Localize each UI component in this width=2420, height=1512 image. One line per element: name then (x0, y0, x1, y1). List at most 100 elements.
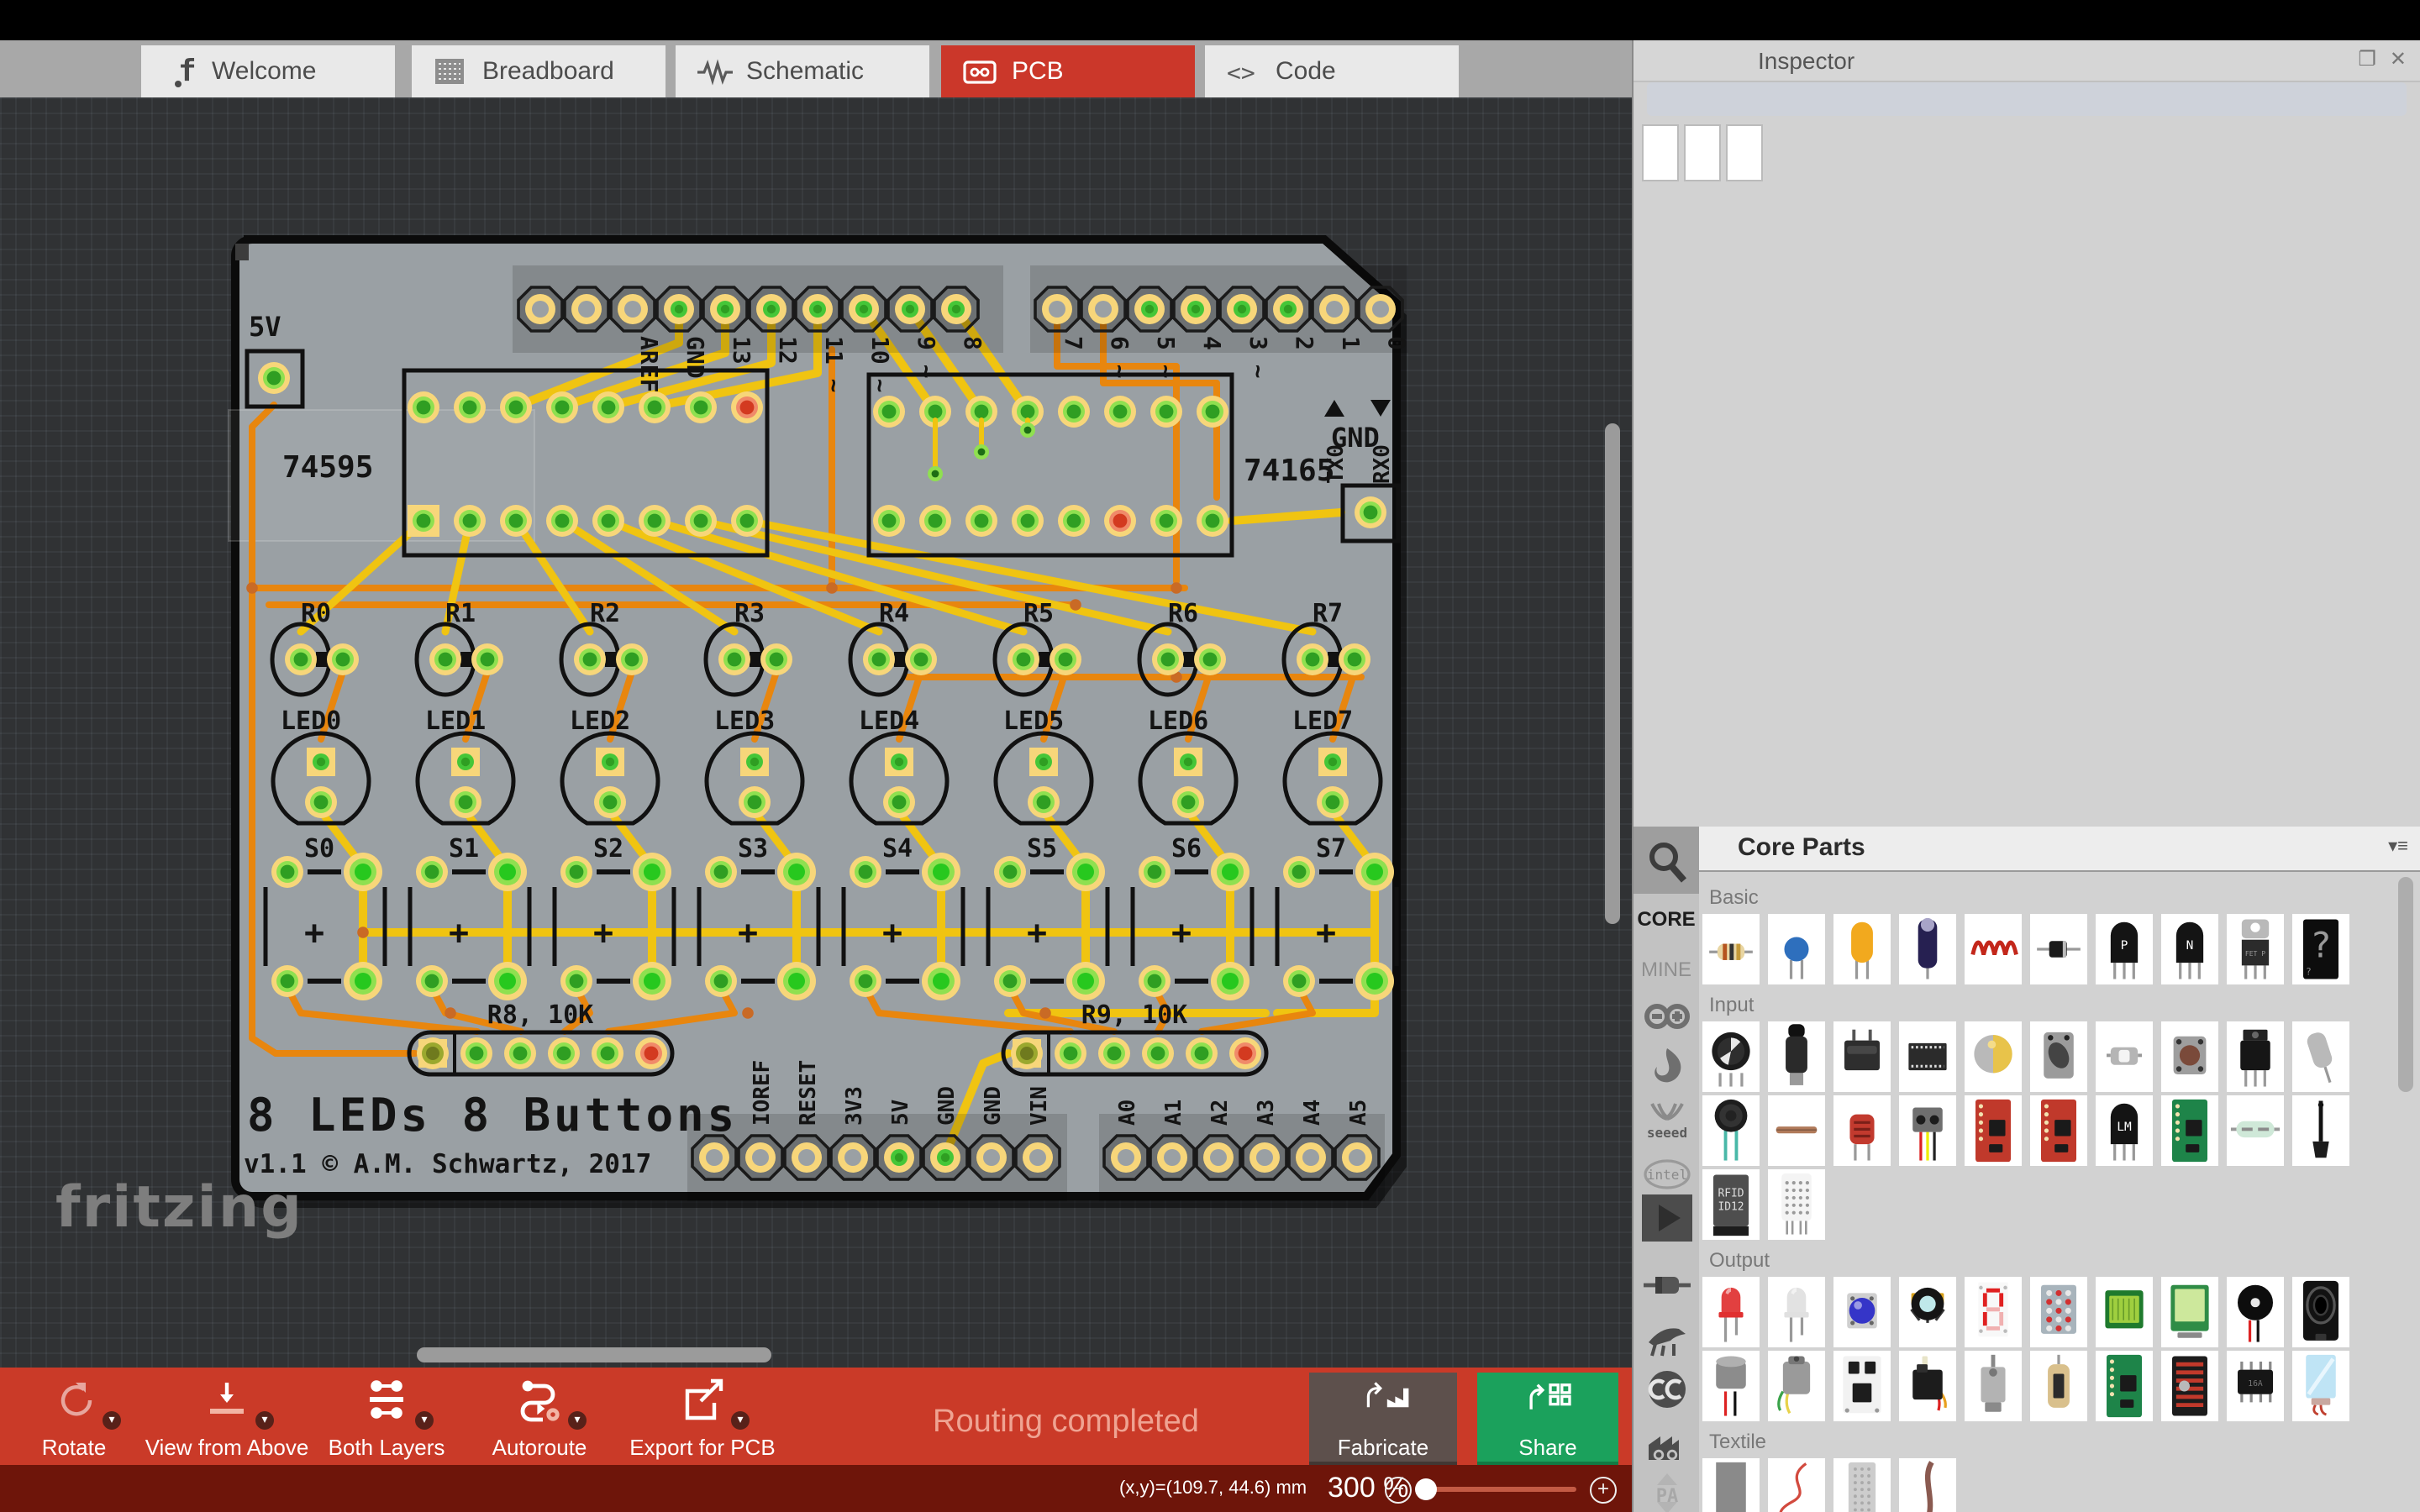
view-from-above-button[interactable]: ▾ View from Above (134, 1378, 319, 1460)
part-sparkfun-breakout[interactable] (2030, 1095, 2087, 1166)
part-stepper-motor[interactable] (1965, 1351, 2022, 1421)
part-lm35-temperature-sensor[interactable]: LM (2096, 1095, 2153, 1166)
tab-welcome[interactable]: f Welcome (141, 45, 395, 97)
tab-schematic[interactable]: Schematic (676, 45, 929, 97)
part-inductor[interactable] (1965, 914, 2022, 984)
share-button[interactable]: Share (1477, 1373, 1618, 1470)
inspector-float-icon[interactable]: ❐ (2358, 47, 2376, 71)
export-for-pcb-button[interactable]: ▾ Export for PCB (610, 1378, 795, 1460)
part-graphic-lcd[interactable] (2161, 1277, 2218, 1347)
part-humidity-sensor[interactable] (1768, 1169, 1825, 1240)
dropdown-chevron-icon[interactable]: ▾ (568, 1411, 587, 1430)
part-mosfet[interactable]: FET P (2227, 914, 2284, 984)
part-rgb-led[interactable] (1899, 1277, 1956, 1347)
part-conductive-fabric[interactable] (1702, 1458, 1760, 1512)
zoom-in-icon[interactable]: + (1590, 1477, 1617, 1504)
part-led-matrix[interactable] (2030, 1277, 2087, 1347)
inspector-swatch[interactable] (1726, 124, 1763, 181)
part-electrolytic-capacitor[interactable] (1899, 914, 1956, 984)
parts-scrollbar-thumb[interactable] (2398, 877, 2413, 1092)
part-flex-sensor[interactable] (1768, 1095, 1825, 1166)
inspector-swatch[interactable] (1642, 124, 1679, 181)
parts-bin-tab-intel[interactable]: intel (1634, 1149, 1699, 1200)
parts-bin-tab-mine[interactable]: MINE (1634, 944, 1699, 995)
part-yarn[interactable] (1899, 1458, 1956, 1512)
part-tantalum-capacitor[interactable] (1833, 914, 1891, 984)
part-blue-led-mount[interactable] (1833, 1277, 1891, 1347)
part-antenna[interactable] (2292, 1095, 2349, 1166)
part-npn-transistor[interactable]: N (2161, 914, 2218, 984)
part-tilt-sensor[interactable] (2292, 1021, 2349, 1092)
part-pushbutton[interactable] (2161, 1021, 2218, 1092)
white-led-icon (1784, 1287, 1809, 1342)
part-vibration-motor[interactable] (1702, 1351, 1760, 1421)
dropdown-chevron-icon[interactable]: ▾ (731, 1411, 750, 1430)
parts-bin-tab-component[interactable] (1634, 1260, 1699, 1310)
part-piezo-disc[interactable] (1965, 1021, 2022, 1092)
part-seven-segment-display[interactable] (1965, 1277, 2022, 1347)
part-solenoid[interactable] (2030, 1351, 2087, 1421)
parts-bin-tab-sparkfun[interactable] (1634, 1042, 1699, 1092)
zoom-slider-knob[interactable] (1415, 1478, 1437, 1500)
part-driver-board-green[interactable] (2096, 1351, 2153, 1421)
part-white-led[interactable] (1768, 1277, 1825, 1347)
part-coil-board[interactable] (2161, 1351, 2218, 1421)
part-knit-fabric[interactable] (1833, 1458, 1891, 1512)
parts-bin-tab-arduino[interactable] (1634, 991, 1699, 1042)
parts-bin-tab-factory[interactable] (1634, 1418, 1699, 1468)
part-ir-sensor[interactable] (1899, 1095, 1956, 1166)
tab-code[interactable]: <> Code (1205, 45, 1459, 97)
svg-text:LED4: LED4 (859, 706, 919, 736)
pcb-canvas[interactable]: AREF GND 13 12 11 ~10 ~9 ~8 7 6 ~5 ~4 3 ~2 1 0 TX0… (0, 97, 1632, 1368)
bin-menu-icon[interactable]: ▾≡ (2388, 835, 2408, 857)
part-slide-potentiometer[interactable] (1833, 1021, 1891, 1092)
part-mystery-part[interactable]: ?? (2292, 914, 2349, 984)
parts-bin-tab-bug[interactable] (1634, 1310, 1699, 1361)
part-trim-potentiometer[interactable] (2030, 1021, 2087, 1092)
parts-bin-tab-seeed[interactable]: seeed (1634, 1095, 1699, 1146)
canvas-hscrollbar-thumb[interactable] (417, 1347, 771, 1362)
parts-bin-tab-play[interactable] (1634, 1193, 1699, 1243)
part-force-sensor[interactable] (1702, 1095, 1760, 1166)
part-loudspeaker[interactable] (2292, 1277, 2349, 1347)
parts-bin-tab-search[interactable] (1634, 827, 1699, 894)
part-ceramic-capacitor[interactable] (1768, 914, 1825, 984)
part-diode[interactable] (2030, 914, 2087, 984)
part-reed-switch[interactable] (2227, 1095, 2284, 1166)
part-switch[interactable] (2227, 1021, 2284, 1092)
dropdown-chevron-icon[interactable]: ▾ (255, 1411, 274, 1430)
zoom-slider[interactable] (1415, 1478, 1576, 1500)
part-conductive-thread[interactable] (1768, 1458, 1825, 1512)
part-rfid-reader[interactable]: RFID ID12 (1702, 1169, 1760, 1240)
canvas-vscrollbar-thumb[interactable] (1605, 423, 1620, 924)
part-relay[interactable]: 16A (2227, 1351, 2284, 1421)
part-servo[interactable] (1899, 1351, 1956, 1421)
parts-bin-tab-pa[interactable]: PA (1634, 1468, 1699, 1512)
autoroute-button[interactable]: ▾ Autoroute (447, 1378, 632, 1460)
inspector-swatch[interactable] (1684, 124, 1721, 181)
tab-breadboard[interactable]: Breadboard (412, 45, 666, 97)
part-dip-switch[interactable] (1899, 1021, 1956, 1092)
part-accelerometer-breakout[interactable] (1965, 1095, 2022, 1166)
part-rotary-potentiometer[interactable] (1702, 1021, 1760, 1092)
dropdown-chevron-icon[interactable]: ▾ (103, 1411, 121, 1430)
part-sensor-breakout-green[interactable] (2161, 1095, 2218, 1166)
part-pnp-transistor[interactable]: P (2096, 914, 2153, 984)
part-red-led[interactable] (1702, 1277, 1760, 1347)
parts-bin-tab-cc[interactable] (1634, 1364, 1699, 1415)
part-resistor[interactable] (1702, 914, 1760, 984)
part-el-panel[interactable] (2292, 1351, 2349, 1421)
part-motor-driver[interactable] (1833, 1351, 1891, 1421)
part-photoresistor[interactable] (1833, 1095, 1891, 1166)
part-smd-pushbutton[interactable] (2096, 1021, 2153, 1092)
part-trimmer-potentiometer[interactable] (1768, 1021, 1825, 1092)
parts-bin-tab-core[interactable]: CORE (1634, 894, 1699, 944)
dropdown-chevron-icon[interactable]: ▾ (415, 1411, 434, 1430)
inspector-close-icon[interactable]: ✕ (2390, 47, 2407, 71)
part-lcd-display[interactable] (2096, 1277, 2153, 1347)
part-piezo-buzzer[interactable] (2227, 1277, 2284, 1347)
svg-text:+: + (882, 914, 902, 953)
fabricate-button[interactable]: Fabricate (1309, 1373, 1457, 1470)
part-dc-motor[interactable] (1768, 1351, 1825, 1421)
zoom-out-icon[interactable]: − (1385, 1477, 1412, 1504)
